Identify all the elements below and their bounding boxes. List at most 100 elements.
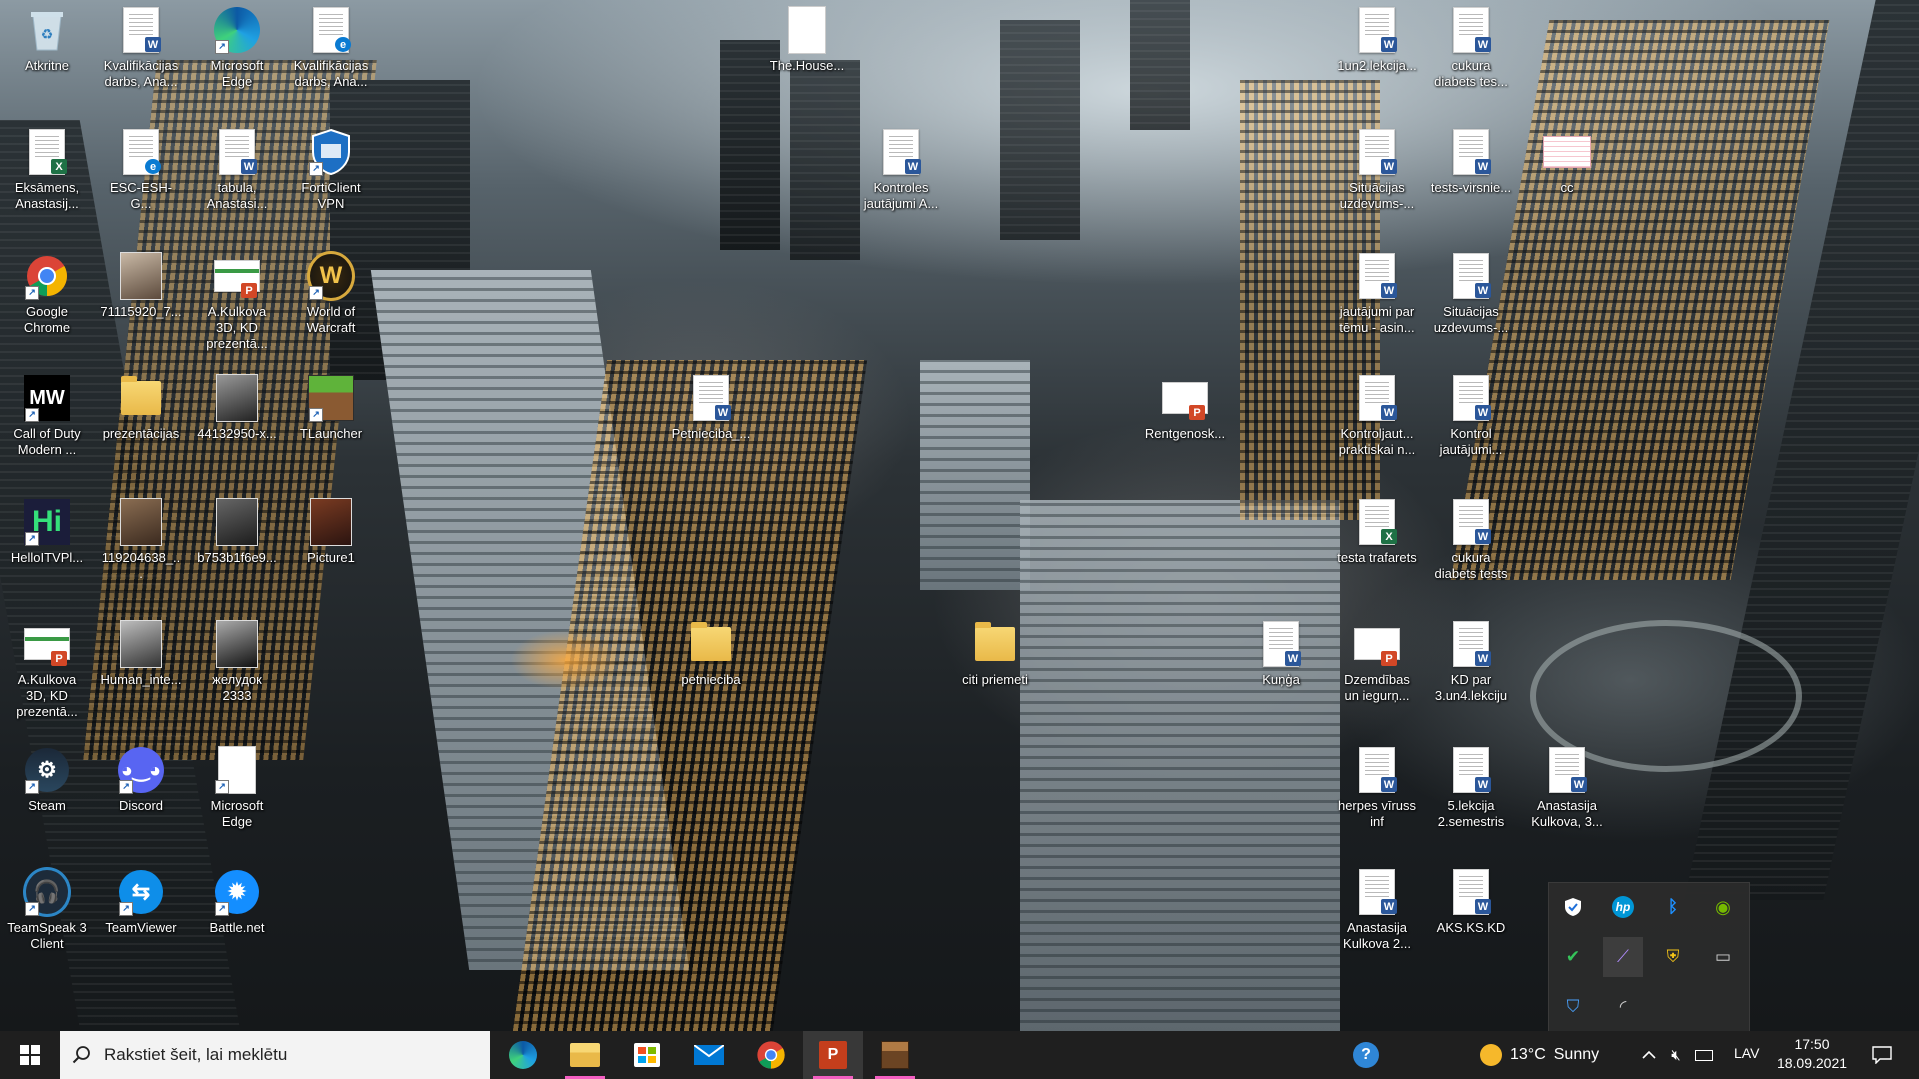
action-center-button[interactable] bbox=[1862, 1031, 1902, 1079]
desktop-icon-world-of-warcraft[interactable]: W ↗ World of Warcraft bbox=[292, 251, 370, 336]
word-file-icon: W bbox=[1447, 252, 1495, 300]
desktop-icon-word-file[interactable]: W Kontroljaut... praktiskai n... bbox=[1338, 374, 1416, 458]
desktop-icon-folder[interactable]: prezentācijas bbox=[102, 374, 180, 442]
defender-icon[interactable] bbox=[1553, 887, 1593, 927]
shield-icon[interactable]: ⛨ bbox=[1653, 937, 1693, 977]
desktop-icon-word-file[interactable]: W Anastasija Kulkova 2... bbox=[1338, 868, 1416, 952]
taskbar-help[interactable]: ? bbox=[1336, 1031, 1396, 1079]
word-file-icon: W bbox=[1447, 868, 1495, 916]
desktop-icon-blank-file[interactable]: The.House... bbox=[768, 6, 846, 74]
desktop-icon-google-chrome[interactable]: ↗ Google Chrome bbox=[8, 252, 86, 336]
desktop-icon-label: herpes vīruss inf bbox=[1337, 798, 1417, 829]
desktop-icon-cc[interactable]: cc bbox=[1528, 128, 1606, 196]
desktop-icon-label: 71115920_7... bbox=[100, 304, 182, 319]
desktop-icon-powerpoint-file[interactable]: P Rentgenosk... bbox=[1145, 374, 1225, 442]
desktop-icon-word-file[interactable]: W tabula, Anastasi... bbox=[198, 128, 276, 212]
nvidia-icon[interactable]: ◉ bbox=[1703, 887, 1743, 927]
taskbar-mail[interactable] bbox=[679, 1031, 739, 1079]
desktop-icon-powerpoint-file[interactable]: P Dzemdības un iegurņ... bbox=[1338, 620, 1416, 704]
clock[interactable]: 17:50 18.09.2021 bbox=[1772, 1035, 1852, 1075]
desktop-icon-word-file[interactable]: W Kontroles jautājumi A... bbox=[862, 128, 940, 212]
desktop-icon-photo[interactable]: b753b1f6e9... bbox=[197, 498, 277, 566]
desktop-icon-label: 1un2.lekcija... bbox=[1337, 58, 1417, 73]
desktop-icon-teamviewer[interactable]: ⇆ ↗ TeamViewer bbox=[102, 868, 180, 936]
desktop-icon-photo[interactable]: 71115920_7... bbox=[100, 252, 182, 320]
start-button[interactable] bbox=[0, 1031, 60, 1079]
desktop-icon-word-file[interactable]: W 5.lekcija 2.semestris bbox=[1432, 746, 1510, 830]
desktop-icon-edge-document[interactable]: e ESC-ESH-G... bbox=[102, 128, 180, 212]
forticlient-icon[interactable]: ⛉ bbox=[1553, 987, 1593, 1027]
desktop-icon-call-of-duty[interactable]: MW ↗ Call of Duty Modern ... bbox=[8, 374, 86, 458]
volume-muted-icon[interactable]: 🔇︎ bbox=[1664, 1031, 1688, 1079]
desktop-icon-microsoft-edge[interactable]: ↗ Microsoft Edge bbox=[198, 6, 276, 90]
monitor-icon[interactable]: ▭ bbox=[1703, 937, 1743, 977]
desktop-icon-steam[interactable]: ⚙ ↗ Steam bbox=[8, 746, 86, 814]
security-check-icon[interactable]: ✔ bbox=[1553, 937, 1593, 977]
desktop-icon-photo[interactable]: 44132950-x... bbox=[197, 374, 277, 442]
battery-icon[interactable] bbox=[1692, 1031, 1716, 1079]
desktop-icon-label: Kuņģa bbox=[1262, 672, 1300, 687]
taskbar-search-box[interactable]: Rakstiet šeit, lai meklētu bbox=[60, 1031, 490, 1079]
desktop-icon-word-file[interactable]: W Petnieciba_... bbox=[672, 374, 750, 442]
weather-temperature: 13°C bbox=[1510, 1046, 1546, 1063]
desktop-icon-folder[interactable]: citi priemeti bbox=[956, 620, 1034, 688]
desktop-icon-folder[interactable]: petnieciba bbox=[672, 620, 750, 688]
taskbar-powerpoint[interactable]: P bbox=[803, 1031, 863, 1079]
desktop-icon-word-file[interactable]: W tests-virsnie... bbox=[1431, 128, 1511, 196]
edge-icon: ↗ bbox=[213, 6, 261, 54]
desktop-icon-discord[interactable]: ◕‿◕ ↗ Discord bbox=[102, 746, 180, 814]
sun-icon bbox=[1480, 1044, 1502, 1066]
desktop-icon-label: ESC-ESH-G... bbox=[109, 180, 173, 211]
hp-icon[interactable]: hp bbox=[1603, 887, 1643, 927]
desktop-icon-word-file[interactable]: W KD par 3.un4.lekciju bbox=[1432, 620, 1510, 704]
desktop-icon-edge-document[interactable]: e Kvalifikācijas darbs, Ana... bbox=[292, 6, 370, 90]
hello-app-icon: Hi ↗ bbox=[23, 498, 71, 546]
desktop-icon-excel-file[interactable]: X testa trafarets bbox=[1337, 498, 1417, 566]
desktop-icon-word-file[interactable]: W 1un2.lekcija... bbox=[1337, 6, 1417, 74]
desktop-icon-word-file[interactable]: W Situācijas uzdevums-... bbox=[1338, 128, 1416, 212]
desktop-icon-word-file[interactable]: W herpes vīruss inf bbox=[1338, 746, 1416, 830]
pen-icon[interactable]: ⟋ bbox=[1603, 937, 1643, 977]
input-language-indicator[interactable]: LAV bbox=[1734, 1045, 1759, 1061]
desktop-icon-photo[interactable]: желудок 2333 bbox=[198, 620, 276, 704]
bluetooth-icon[interactable]: ᛒ bbox=[1653, 887, 1693, 927]
desktop-icon-recycle-bin[interactable]: ♻ Atkritne bbox=[8, 6, 86, 74]
word-file-icon: W bbox=[1257, 620, 1305, 668]
desktop-icon-hellotvpl[interactable]: Hi ↗ HelloITVPl... bbox=[8, 498, 86, 566]
desktop-icon-excel-file[interactable]: X Eksāmens, Anastasij... bbox=[8, 128, 86, 212]
desktop-icon-battle-net[interactable]: ✹ ↗ Battle.net bbox=[198, 868, 276, 936]
desktop-icon-photo[interactable]: 119204638_... bbox=[102, 498, 180, 582]
taskbar-file-explorer[interactable] bbox=[555, 1031, 615, 1079]
desktop-icon-word-file[interactable]: W Situācijas uzdevums-... bbox=[1432, 252, 1510, 336]
desktop-icon-word-file[interactable]: W cukura diabets tests bbox=[1432, 498, 1510, 582]
desktop-icon-word-file[interactable]: W Kvalifikācijas darbs, Ana... bbox=[102, 6, 180, 90]
desktop-icon-label: Microsoft Edge bbox=[210, 58, 264, 89]
desktop-icon-microsoft-edge-file[interactable]: ↗ Microsoft Edge bbox=[198, 746, 276, 830]
taskbar-edge[interactable] bbox=[493, 1031, 553, 1079]
word-file-icon: W bbox=[1353, 6, 1401, 54]
powerpoint-file-icon: P bbox=[1353, 620, 1401, 668]
taskbar-chrome[interactable] bbox=[741, 1031, 801, 1079]
desktop-icon-teamspeak[interactable]: 🎧 ↗ TeamSpeak 3 Client bbox=[7, 867, 87, 952]
desktop-icon-word-file[interactable]: W Kuņģa bbox=[1242, 620, 1320, 688]
desktop-icon-powerpoint-file[interactable]: P A.Kulkova 3D, KD prezentā... bbox=[8, 620, 86, 720]
desktop-icon-label: World of Warcraft bbox=[306, 304, 356, 335]
desktop-icon-tlauncher[interactable]: ↗ TLauncher bbox=[292, 374, 370, 442]
desktop-icon-forticlient-vpn[interactable]: ↗ FortiClient VPN bbox=[292, 128, 370, 212]
desktop-icon-photo[interactable]: Human_inte... bbox=[101, 620, 181, 688]
wifi-icon[interactable]: ◜ bbox=[1603, 987, 1643, 1027]
desktop-icon-word-file[interactable]: W jautājumi par tēmu - asin... bbox=[1338, 252, 1416, 336]
desktop-icon-powerpoint-file[interactable]: P A.Kulkova 3D, KD prezentā... bbox=[198, 252, 276, 352]
desktop-icon-word-file[interactable]: W Anastasija Kulkova, 3... bbox=[1528, 746, 1606, 830]
taskbar-minecraft[interactable] bbox=[865, 1031, 925, 1079]
word-file-icon: W bbox=[1447, 746, 1495, 794]
desktop-icon-word-file[interactable]: W AKS.KS.KD bbox=[1432, 868, 1510, 936]
desktop-icon-word-file[interactable]: W cukura diabets tes... bbox=[1432, 6, 1510, 90]
weather-widget[interactable]: 13°C Sunny bbox=[1480, 1031, 1599, 1079]
desktop-icon-word-file[interactable]: W Kontrol jautājumi... bbox=[1432, 374, 1510, 458]
taskbar-store[interactable] bbox=[617, 1031, 677, 1079]
desktop-icon-picture1[interactable]: Picture1 bbox=[292, 498, 370, 566]
taskbar: Rakstiet šeit, lai meklētu P ? 13°C Sunn… bbox=[0, 1031, 1919, 1079]
edge-document-icon: e bbox=[307, 6, 355, 54]
show-hidden-icons-button[interactable] bbox=[1638, 1031, 1660, 1079]
